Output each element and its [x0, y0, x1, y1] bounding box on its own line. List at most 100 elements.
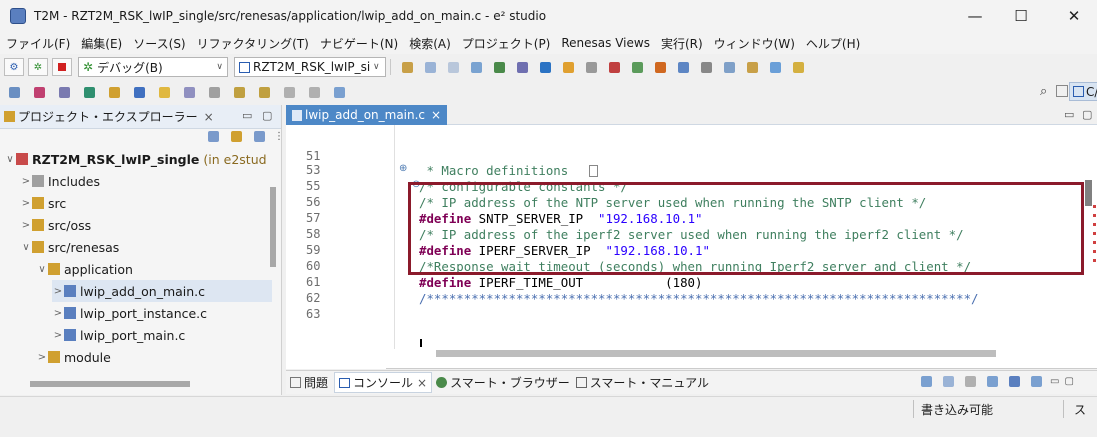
tree-item-module[interactable]: > module [36, 346, 111, 368]
view-icon[interactable] [540, 61, 551, 73]
chevron-right-icon[interactable]: > [20, 220, 32, 231]
debug-bug-icon[interactable]: ✲ [28, 58, 48, 76]
memory-icon[interactable] [701, 61, 712, 73]
maximize-view-icon[interactable]: ▢ [1064, 376, 1073, 387]
editor-vertical-scrollbar[interactable] [1085, 180, 1092, 206]
launch-mode-combo[interactable]: ✲ デバッグ(B) ∨ [78, 57, 228, 77]
tree-item-application[interactable]: ∨ application [36, 258, 133, 280]
menu-refactoring[interactable]: リファクタリング(T) [197, 35, 309, 52]
menu-navigate[interactable]: ナビゲート(N) [320, 35, 398, 52]
chevron-down-icon[interactable]: ∨ [20, 242, 32, 253]
tree-item-includes[interactable]: > Includes [20, 170, 100, 192]
window-icon[interactable] [770, 61, 781, 73]
close-icon[interactable]: × [417, 376, 427, 390]
menu-help[interactable]: ヘルプ(H) [806, 35, 860, 52]
chevron-right-icon[interactable]: > [52, 308, 64, 319]
chevron-right-icon[interactable]: > [36, 352, 48, 363]
code-line[interactable]: #define IPERF_TIME_OUT (180) [419, 275, 702, 290]
watch-icon[interactable] [586, 61, 597, 73]
marker-icon[interactable] [134, 86, 145, 98]
save-all-icon[interactable] [448, 61, 459, 73]
tab-smart-manual[interactable]: スマート・マニュアル [575, 374, 709, 391]
breakpoint-icon[interactable] [747, 61, 758, 73]
stop-icon[interactable] [52, 58, 72, 76]
tree-item-src-oss[interactable]: > src/oss [20, 214, 91, 236]
fold-expand-icon[interactable]: ⊕ [399, 163, 407, 174]
maximize-button[interactable]: ☐ [998, 0, 1044, 32]
editor-horizontal-scrollbar[interactable] [436, 350, 996, 357]
view-menu-icon[interactable]: ⋮ [274, 131, 284, 142]
pin-editor-icon[interactable] [334, 86, 345, 98]
block-icon[interactable] [184, 86, 195, 98]
search-icon[interactable] [34, 86, 45, 98]
secondary-icon-strip[interactable] [6, 86, 348, 98]
next-annotation-icon[interactable] [234, 86, 245, 98]
close-icon[interactable]: × [431, 108, 441, 122]
register-icon[interactable] [724, 61, 735, 73]
tree-item-lwip-port-main[interactable]: > lwip_port_main.c [52, 324, 186, 346]
minimize-view-icon[interactable]: ▭ [1050, 376, 1059, 387]
menu-edit[interactable]: 編集(E) [81, 35, 122, 52]
menu-window[interactable]: ウィンドウ(W) [714, 35, 795, 52]
show-whitespace-icon[interactable] [209, 86, 220, 98]
menu-run[interactable]: 実行(R) [661, 35, 703, 52]
chevron-right-icon[interactable]: > [20, 198, 32, 209]
minimize-view-icon[interactable]: ▭ [1064, 108, 1074, 121]
new-file-icon[interactable] [402, 61, 413, 73]
chevron-right-icon[interactable]: > [52, 330, 64, 341]
chevron-down-icon[interactable]: ∨ [4, 154, 16, 165]
maximize-view-icon[interactable]: ▢ [262, 109, 272, 122]
scroll-lock-icon[interactable] [965, 376, 976, 387]
link-with-editor-icon[interactable] [231, 131, 242, 142]
explorer-horizontal-scrollbar[interactable] [30, 381, 190, 387]
menu-source[interactable]: ソース(S) [133, 35, 185, 52]
menu-renesas-views[interactable]: Renesas Views [561, 36, 650, 50]
calc-icon[interactable] [517, 61, 528, 73]
prev-annotation-icon[interactable] [259, 86, 270, 98]
tree-item-project[interactable]: ∨ RZT2M_RSK_lwIP_single (in e2stud [4, 148, 266, 170]
minimize-button[interactable]: — [952, 0, 998, 32]
file-icon[interactable] [59, 86, 70, 98]
pencil-icon[interactable] [793, 61, 804, 73]
menu-project[interactable]: プロジェクト(P) [462, 35, 551, 52]
folder-icon[interactable] [563, 61, 574, 73]
step-icon[interactable] [678, 61, 689, 73]
explorer-vertical-scrollbar[interactable] [270, 187, 276, 267]
open-console-icon[interactable] [1031, 376, 1042, 387]
tree-item-src-renesas[interactable]: ∨ src/renesas [20, 236, 119, 258]
save-icon[interactable] [425, 61, 436, 73]
tree-item-lwip-add-on-main[interactable]: > lwip_add_on_main.c [52, 280, 272, 302]
display-console-icon[interactable] [1009, 376, 1020, 387]
explorer-tab[interactable]: プロジェクト・エクスプローラー × [4, 108, 214, 125]
close-icon[interactable]: × [204, 110, 214, 124]
clear-console-icon[interactable] [943, 376, 954, 387]
run-icon[interactable] [632, 61, 643, 73]
code-line[interactable]: /***************************************… [419, 291, 979, 306]
back-icon[interactable] [284, 86, 295, 98]
tab-console[interactable]: コンソール × [334, 372, 433, 393]
code-line[interactable]: * Macro definitions [419, 163, 568, 178]
launch-config-combo[interactable]: RZT2M_RSK_lwIP_single ∨ [234, 57, 386, 77]
editor-tab-lwip-add-on-main[interactable]: lwip_add_on_main.c × [286, 105, 448, 125]
menu-search[interactable]: 検索(A) [409, 35, 451, 52]
trace-icon[interactable] [655, 61, 666, 73]
build-icon[interactable]: ⚙ [4, 58, 24, 76]
pin-console-icon[interactable] [987, 376, 998, 387]
link-icon[interactable] [471, 61, 482, 73]
chevron-down-icon[interactable]: ∨ [36, 264, 48, 275]
maximize-view-icon[interactable]: ▢ [1082, 108, 1092, 121]
minimize-view-icon[interactable]: ▭ [242, 109, 252, 122]
highlight-icon[interactable] [159, 86, 170, 98]
tab-smart-browser[interactable]: スマート・ブラウザー [436, 374, 570, 391]
menu-file[interactable]: ファイル(F) [6, 35, 70, 52]
search-icon[interactable]: ⌕ [1040, 84, 1047, 99]
terminate-icon[interactable] [921, 376, 932, 387]
open-type-icon[interactable] [9, 86, 20, 98]
tree-item-src[interactable]: > src [20, 192, 66, 214]
reset-icon[interactable] [609, 61, 620, 73]
close-window-button[interactable]: ✕ [1051, 0, 1097, 32]
tools-icon[interactable] [494, 61, 505, 73]
chevron-right-icon[interactable]: > [20, 176, 32, 187]
collapse-all-icon[interactable] [208, 131, 219, 142]
open-perspective-icon[interactable] [1056, 85, 1068, 97]
